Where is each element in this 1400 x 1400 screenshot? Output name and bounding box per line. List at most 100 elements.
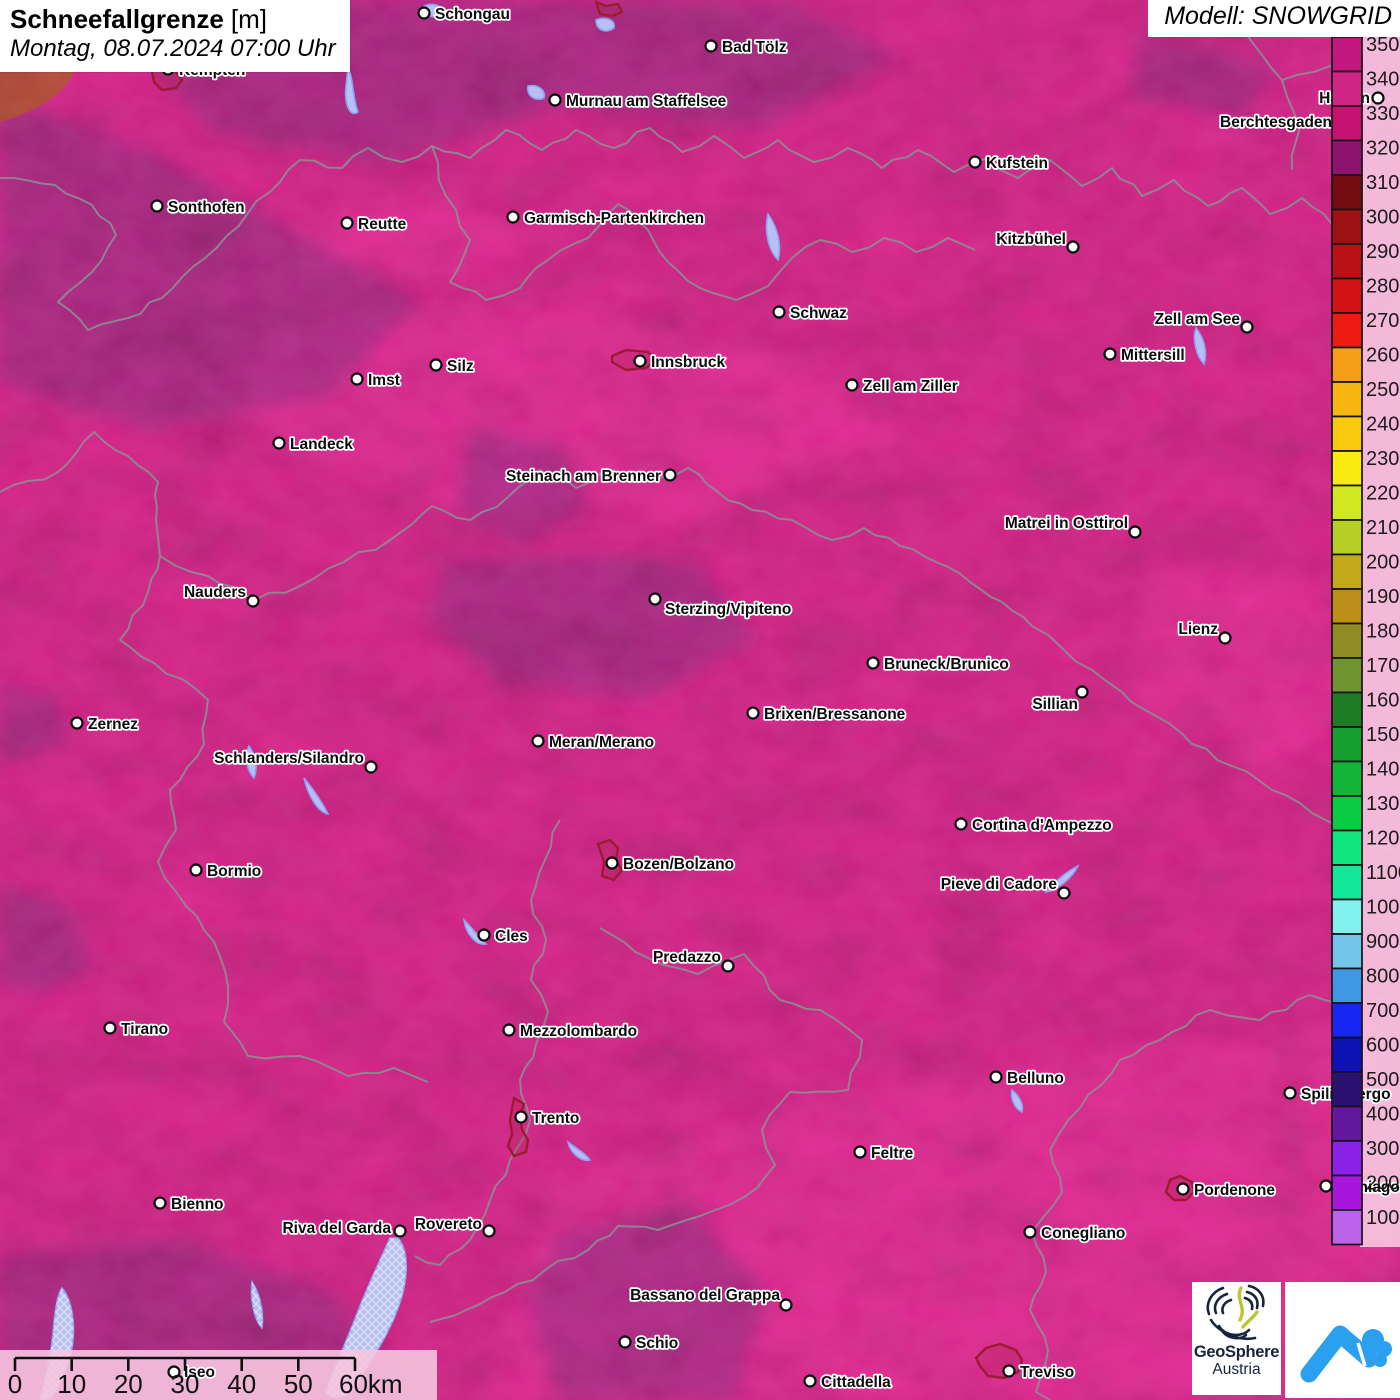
colorbar-tick-label: 2500 [1366, 379, 1400, 401]
colorbar-cell [1331, 691, 1363, 728]
colorbar-cell [1331, 588, 1363, 625]
colorbar-tick-label: 700 [1366, 1000, 1399, 1022]
colorbar-tick-label: 1900 [1366, 586, 1400, 608]
map-datetime: Montag, 08.07.2024 07:00 Uhr [10, 34, 336, 62]
map-variable-name: Schneefallgrenze [10, 4, 224, 34]
city-dot [1176, 1182, 1190, 1196]
snowfall-limit-map: SchongauBad TölzKemptenHalleinMurnau am … [0, 0, 1400, 1400]
colorbar-cell [1331, 415, 1363, 452]
city-dot [1319, 1179, 1333, 1193]
colorbar-tick-label: 2700 [1366, 310, 1400, 332]
colorbar-cell [1331, 484, 1363, 521]
colorbar-cell [1331, 1209, 1363, 1246]
colorbar-cell [1331, 450, 1363, 487]
city-label: Sillian [1032, 696, 1078, 713]
title-box: Schneefallgrenze [m] Montag, 08.07.2024 0… [0, 0, 350, 72]
city-label: Mittersill [1121, 347, 1185, 364]
city-label: Nauders [184, 584, 246, 601]
city-label: Berchtesgaden [1220, 114, 1332, 131]
scalebar-tick-label: 50 [284, 1369, 313, 1399]
city-dot [340, 216, 354, 230]
city-label: Landeck [290, 436, 353, 453]
city-dot [1075, 685, 1089, 699]
colorbar-tick-label: 1100 [1366, 862, 1400, 884]
city-label: Rovereto [415, 1216, 482, 1233]
city-dot [989, 1070, 1003, 1084]
colorbar-tick-label: 1700 [1366, 655, 1400, 677]
city-dot [1023, 1225, 1037, 1239]
city-dot [866, 656, 880, 670]
colorbar-tick-label: 2400 [1366, 414, 1400, 436]
colorbar-cell [1331, 795, 1363, 832]
colorbar-tick-label: 2300 [1366, 448, 1400, 470]
city-dot [633, 354, 647, 368]
city-label: Schio [636, 1335, 678, 1352]
city-dot [746, 706, 760, 720]
colorbar-cell [1331, 760, 1363, 797]
colorbar-cell [1331, 1105, 1363, 1142]
city-label: Predazzo [653, 949, 721, 966]
city-label: Bormio [207, 863, 261, 880]
colorbar-tick-label: 200 [1366, 1173, 1399, 1195]
colorbar-tick-label: 300 [1366, 1138, 1399, 1160]
city-label: Schongau [435, 6, 510, 23]
city-dot [1057, 886, 1071, 900]
city-label: Meran/Merano [549, 734, 654, 751]
colorbar-tick-label: 3400 [1366, 69, 1400, 91]
city-label: Cles [495, 928, 528, 945]
map-variable-unit: [m] [230, 4, 267, 34]
colorbar-cell [1331, 829, 1363, 866]
colorbar-tick-label: 3200 [1366, 138, 1400, 160]
city-label: Schlanders/Silandro [214, 750, 364, 767]
city-label: Innsbruck [651, 354, 725, 371]
city-label: Tirano [121, 1021, 168, 1038]
colorbar-tick-label: 400 [1366, 1104, 1399, 1126]
colorbar-tick-label: 1300 [1366, 793, 1400, 815]
city-dot [350, 372, 364, 386]
city-dot [548, 93, 562, 107]
city-dot [482, 1224, 496, 1238]
city-dot [845, 378, 859, 392]
city-dot [477, 928, 491, 942]
city-dot [103, 1021, 117, 1035]
city-label: Bassano del Grappa [630, 1287, 780, 1304]
city-label: Cortina d'Ampezzo [972, 817, 1112, 834]
colorbar-tick-label: 2100 [1366, 517, 1400, 539]
colorbar-tick-label: 3100 [1366, 172, 1400, 194]
page-title: Schneefallgrenze [m] [10, 4, 336, 35]
colorbar-cell [1331, 70, 1363, 107]
city-label: Schwaz [790, 305, 847, 322]
city-dot [1128, 525, 1142, 539]
city-dot [246, 594, 260, 608]
colorbar-tick-label: 1600 [1366, 690, 1400, 712]
city-dot [502, 1023, 516, 1037]
avalanche-report-logo [1285, 1282, 1400, 1398]
city-dot [506, 210, 520, 224]
city-label: Bruneck/Brunico [884, 656, 1009, 673]
city-label: Trento [532, 1110, 579, 1127]
city-dot [189, 863, 203, 877]
city-dot [531, 734, 545, 748]
colorbar-tick-label: 600 [1366, 1035, 1399, 1057]
colorbar-tick-label: 3300 [1366, 103, 1400, 125]
colorbar-tick-label: 1800 [1366, 621, 1400, 643]
city-label: Treviso [1020, 1364, 1074, 1381]
colorbar-cell [1331, 726, 1363, 763]
colorbar-cell [1331, 864, 1363, 901]
city-dot [70, 716, 84, 730]
city-label: Riva del Garda [282, 1220, 391, 1237]
colorbar-cell [1331, 519, 1363, 556]
city-dot [1240, 320, 1254, 334]
colorbar-cell [1331, 1002, 1363, 1039]
colorbar-cell [1331, 1140, 1363, 1177]
city-label: Zell am Ziller [863, 378, 958, 395]
scalebar-tick-label: 40 [227, 1369, 256, 1399]
colorbar-tick-label: 2200 [1366, 483, 1400, 505]
colorbar-tick-label: 100 [1366, 1207, 1399, 1229]
colorbar-cell [1331, 1174, 1363, 1211]
city-dot [648, 592, 662, 606]
colorbar-cell [1331, 967, 1363, 1004]
colorbar-tick-label: 1400 [1366, 759, 1400, 781]
geosphere-logo: GeoSphere Austria [1192, 1282, 1281, 1395]
scalebar-tick-label: 10 [57, 1369, 86, 1399]
